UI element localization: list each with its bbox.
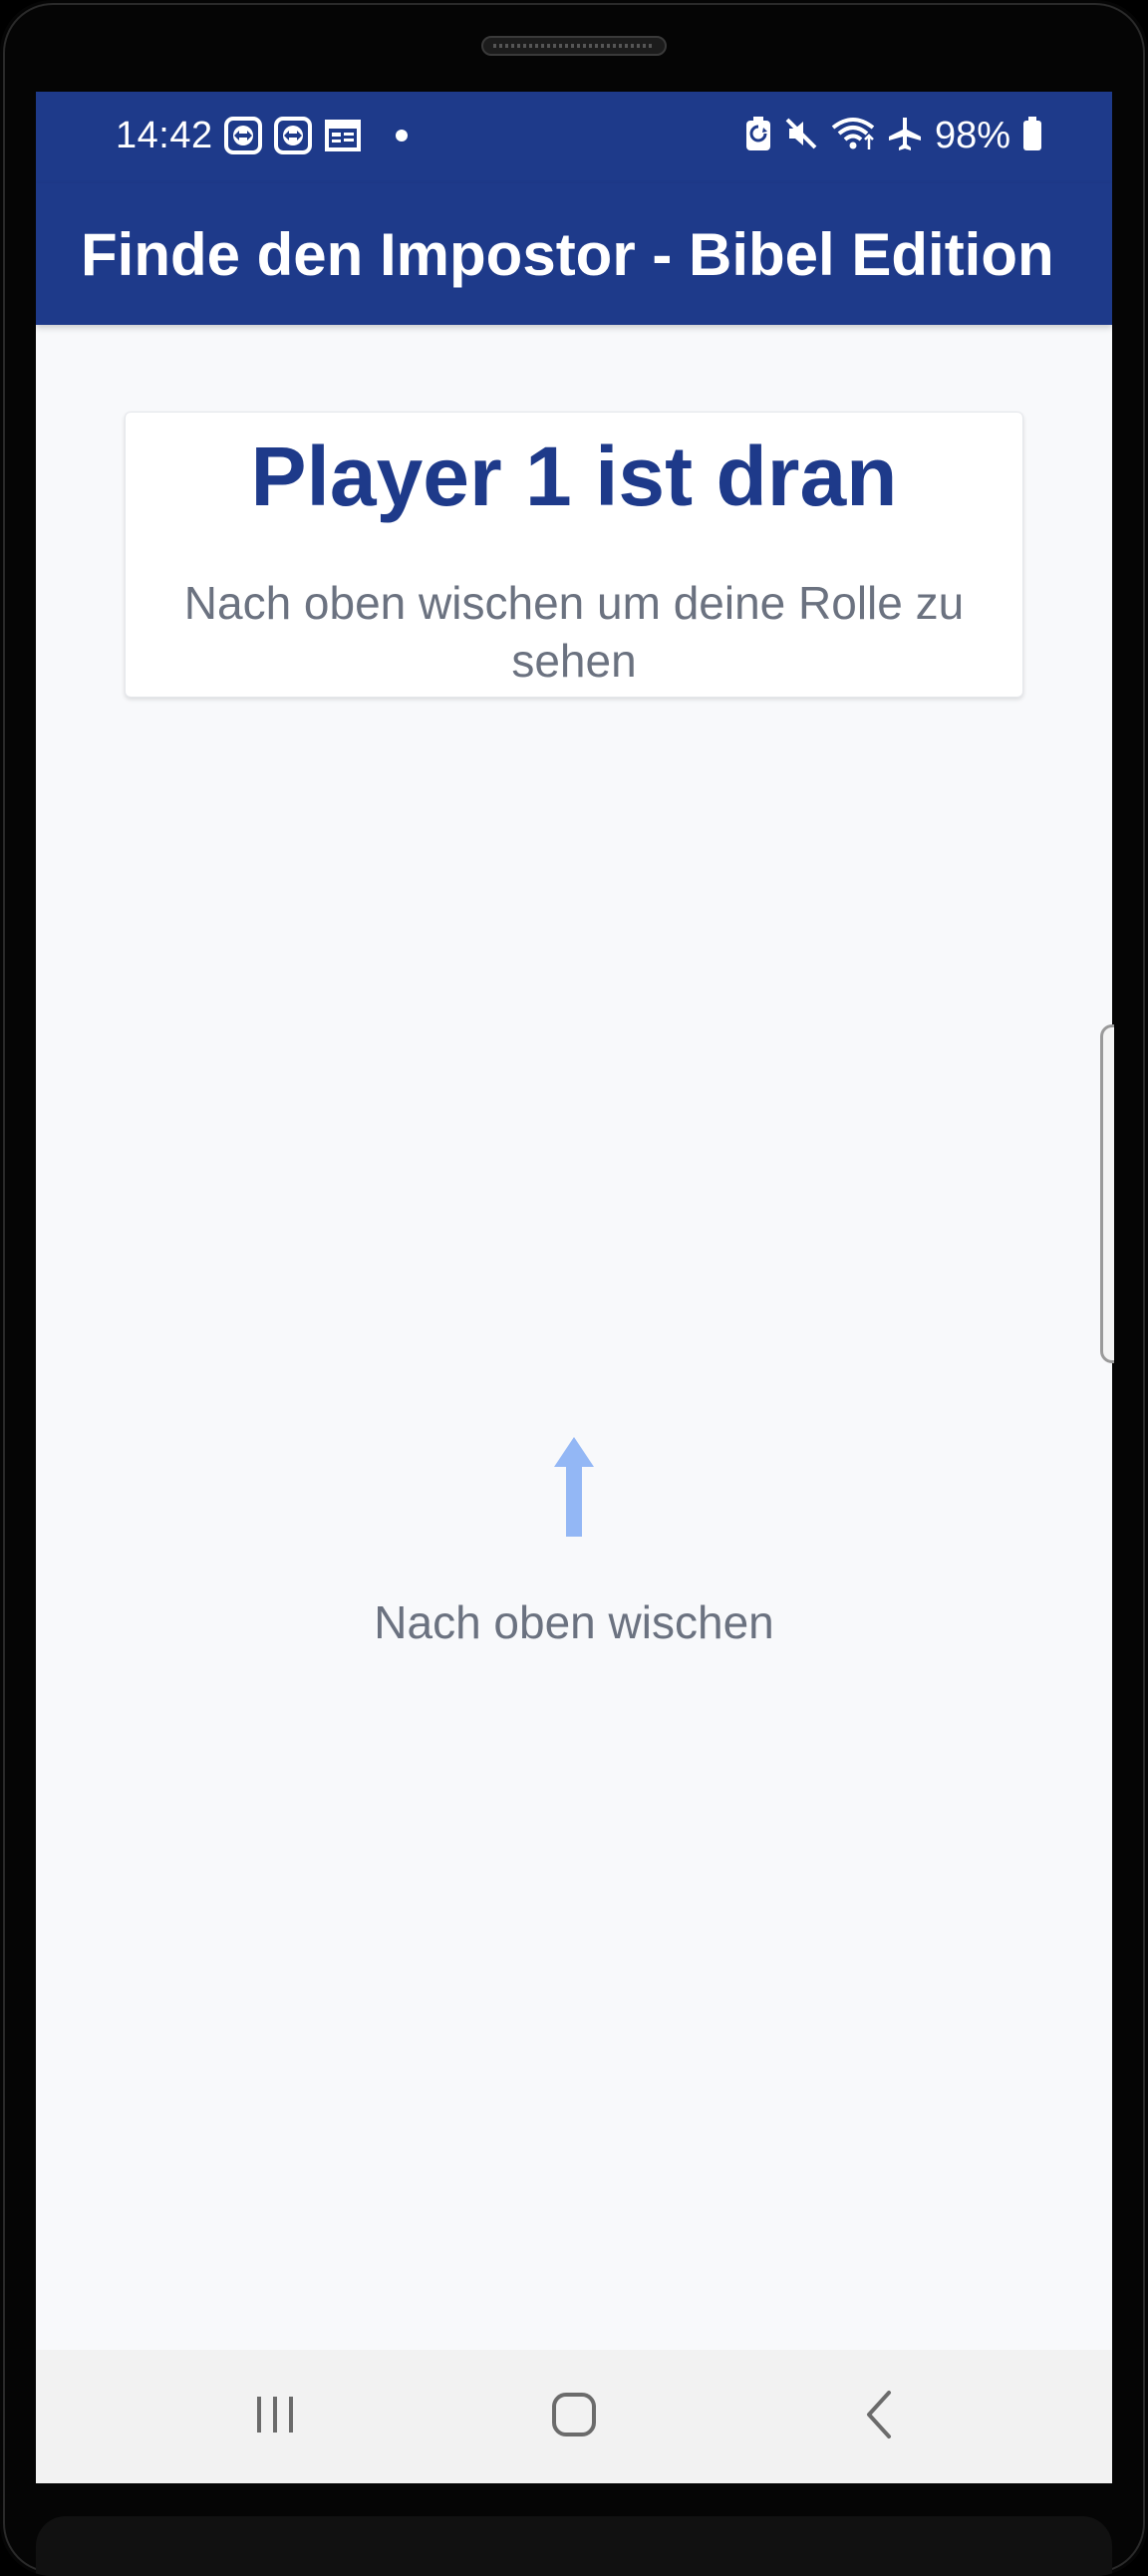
airplane-icon	[887, 116, 923, 156]
battery-saver-icon	[745, 116, 771, 156]
edge-panel-handle[interactable]	[1100, 1024, 1114, 1363]
home-button[interactable]	[514, 2370, 634, 2463]
speaker-grille	[481, 36, 667, 56]
swipe-instruction: Nach oben wischen um deine Rolle zu sehe…	[183, 577, 965, 687]
mute-icon	[783, 116, 819, 156]
phone-frame: 14:42 98% Finde den Impostor - Bibel Edi…	[0, 0, 1148, 2576]
player-turn-title: Player 1 ist dran	[250, 429, 898, 523]
notification-dot-icon	[395, 129, 409, 147]
player-turn-card: Player 1 ist dran Nach oben wischen um d…	[125, 412, 1023, 698]
wifi-icon	[831, 116, 875, 156]
back-button[interactable]	[819, 2370, 939, 2463]
calendar-icon	[323, 116, 363, 160]
battery-icon	[1022, 116, 1042, 156]
app-bar: Finde den Impostor - Bibel Edition	[36, 183, 1112, 325]
recent-apps-button[interactable]	[215, 2370, 335, 2463]
back-icon	[863, 2389, 895, 2445]
app-title: Finde den Impostor - Bibel Edition	[81, 221, 1054, 288]
status-right-icons: 98%	[745, 112, 1042, 159]
status-left-icons	[223, 116, 409, 160]
phone-bottom-bezel	[36, 2516, 1112, 2576]
arrow-up-icon	[554, 1437, 594, 1537]
battery-percent: 98%	[934, 115, 1010, 156]
status-time: 14:42	[116, 115, 213, 156]
teamviewer-icon	[273, 116, 313, 160]
swipe-up-area[interactable]: Nach oben wischen	[36, 1437, 1112, 1676]
status-bar: 14:42 98%	[36, 92, 1112, 183]
screen: 14:42 98% Finde den Impostor - Bibel Edi…	[36, 92, 1112, 2483]
teamviewer-icon	[223, 116, 263, 160]
system-nav-bar	[36, 2350, 1112, 2483]
home-icon	[550, 2391, 598, 2443]
recent-apps-icon	[253, 2393, 297, 2441]
swipe-label: Nach oben wischen	[374, 1596, 774, 1648]
